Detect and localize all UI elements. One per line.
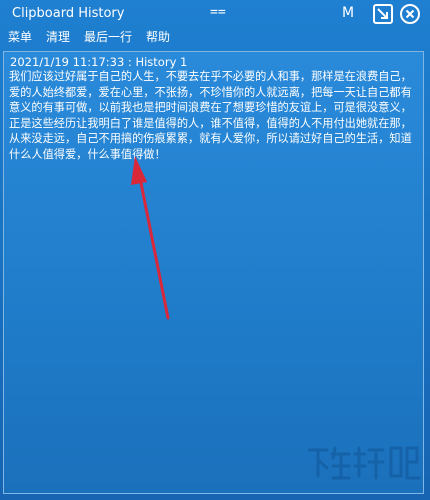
annotation-arrow (131, 156, 170, 320)
watermark-logo (307, 446, 421, 480)
clipboard-history-window: Clipboard History == M 菜单 清理 最后一行 帮助 202… (0, 0, 430, 500)
